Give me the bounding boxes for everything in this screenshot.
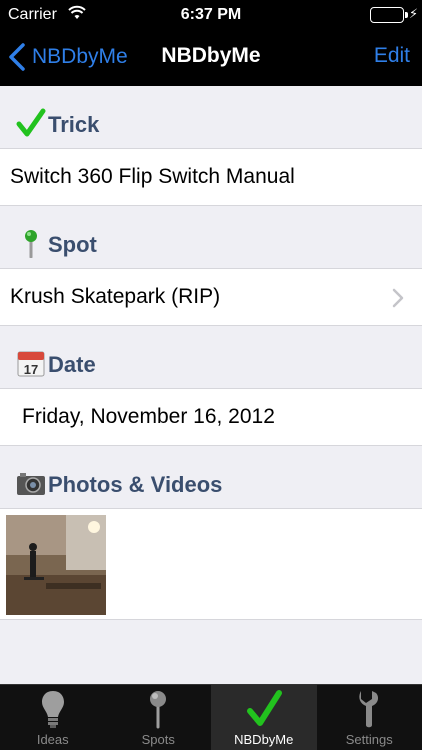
edit-button[interactable]: Edit bbox=[374, 44, 410, 68]
wrench-icon bbox=[359, 691, 379, 728]
page-title: NBDbyMe bbox=[161, 44, 261, 67]
date-value: Friday, November 16, 2012 bbox=[22, 405, 275, 428]
status-bar: Carrier 6:37 PM ⚡ bbox=[0, 0, 422, 30]
tab-bar: Ideas Spots NBDbyMe Settings bbox=[0, 684, 422, 750]
calendar-day: 17 bbox=[24, 362, 38, 377]
tab-spots-label: Spots bbox=[141, 732, 175, 747]
pin-icon bbox=[25, 230, 37, 258]
spot-row[interactable]: Krush Skatepark (RIP) bbox=[0, 268, 422, 326]
chevron-right-icon bbox=[392, 288, 404, 308]
photo-thumbnail[interactable] bbox=[6, 515, 106, 615]
pin-icon bbox=[150, 691, 167, 729]
tab-ideas-label: Ideas bbox=[36, 732, 69, 747]
next-section-header bbox=[0, 620, 422, 660]
tab-spots[interactable]: Spots bbox=[106, 685, 212, 750]
tab-settings-label: Settings bbox=[345, 732, 393, 747]
spot-value: Krush Skatepark (RIP) bbox=[10, 285, 221, 308]
trick-section-header: Trick bbox=[0, 86, 422, 148]
calendar-icon: 17 bbox=[17, 351, 45, 377]
date-row[interactable]: Friday, November 16, 2012 bbox=[0, 388, 422, 446]
media-row bbox=[0, 508, 422, 620]
status-time: 6:37 PM bbox=[180, 6, 242, 23]
detail-content[interactable]: Trick Switch 360 Flip Switch Manual Spot… bbox=[0, 86, 422, 684]
tab-nbdbyme-label: NBDbyMe bbox=[234, 732, 294, 747]
tab-ideas[interactable]: Ideas bbox=[0, 685, 106, 750]
checkmark-icon bbox=[16, 108, 46, 137]
battery-icon: ⚡ bbox=[370, 6, 418, 23]
trick-row[interactable]: Switch 360 Flip Switch Manual bbox=[0, 148, 422, 206]
trick-value: Switch 360 Flip Switch Manual bbox=[10, 165, 295, 188]
tab-nbdbyme[interactable]: NBDbyMe bbox=[211, 685, 317, 750]
date-header-label: Date bbox=[48, 352, 96, 377]
date-section-header: 17 Date bbox=[0, 326, 422, 388]
top-bar: Carrier 6:37 PM ⚡ NBDbyMe NBDbyMe Edit bbox=[0, 0, 422, 86]
spot-header-label: Spot bbox=[48, 232, 97, 257]
trick-header-label: Trick bbox=[48, 112, 100, 137]
tab-settings[interactable]: Settings bbox=[317, 685, 422, 750]
media-section-header: Photos & Videos bbox=[0, 446, 422, 508]
camera-icon bbox=[17, 473, 45, 495]
checkmark-icon bbox=[246, 690, 282, 726]
lightbulb-icon bbox=[41, 691, 64, 728]
spot-section-header: Spot bbox=[0, 206, 422, 268]
media-header-label: Photos & Videos bbox=[48, 472, 223, 497]
navigation-bar: NBDbyMe NBDbyMe Edit bbox=[0, 30, 422, 86]
